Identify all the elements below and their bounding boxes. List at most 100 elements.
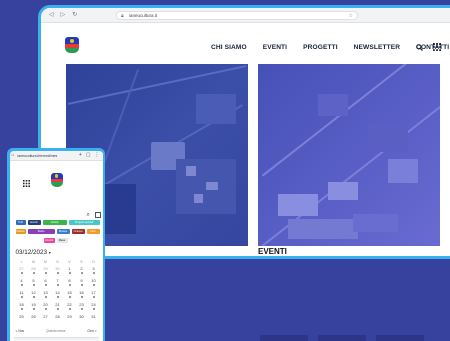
- calendar-day[interactable]: 4: [16, 278, 28, 290]
- calendar-day[interactable]: 31: [88, 314, 100, 326]
- tag-tutti[interactable]: Tutti: [15, 219, 26, 225]
- calendar-day[interactable]: 28: [52, 314, 64, 326]
- calendar-week: 18 19 20 21 22 23 24: [16, 302, 100, 314]
- event-dot: [80, 307, 83, 310]
- calendar-day[interactable]: 27: [40, 314, 52, 326]
- add-tab-icon[interactable]: +: [79, 152, 82, 158]
- view-mese[interactable]: Mese: [56, 237, 68, 243]
- tag-libri[interactable]: Libri: [86, 228, 100, 234]
- bookmark-icon[interactable]: ☆: [349, 12, 353, 20]
- main-nav: CHI SIAMO EVENTI PROGETTI NEWSLETTER CON…: [211, 44, 449, 51]
- section-title: EVENTI: [258, 247, 287, 256]
- calendar-weekdays: L M M G V S D: [16, 259, 100, 266]
- home-icon[interactable]: ⌂: [12, 152, 15, 158]
- calendar-day[interactable]: 29: [40, 266, 52, 278]
- calendar-day[interactable]: 22: [64, 302, 76, 314]
- nav-eventi[interactable]: EVENTI: [263, 44, 287, 51]
- tag-cinema[interactable]: Cinema: [71, 228, 85, 234]
- calendar-day[interactable]: 7: [52, 278, 64, 290]
- calendar-day[interactable]: 30: [52, 266, 64, 278]
- calendar-day[interactable]: 17: [88, 290, 100, 302]
- calendar-day[interactable]: 16: [76, 290, 88, 302]
- weekday: V: [68, 259, 71, 264]
- mobile-address-bar[interactable]: ianeucultura.it/eventi/mes: [18, 153, 72, 159]
- calendar-day[interactable]: 6: [40, 278, 52, 290]
- calendar-day[interactable]: 30: [76, 314, 88, 326]
- event-dot: [56, 295, 59, 298]
- current-date-text: 03/12/2023: [15, 248, 48, 256]
- next-month-link[interactable]: Gen >: [87, 329, 96, 333]
- calendar-day[interactable]: 19: [28, 302, 40, 314]
- calendar-day[interactable]: 24: [88, 302, 100, 314]
- browser-toolbar: ◁ ▷ ↻ 🔒︎ ianeucultura.it ☆: [41, 8, 450, 23]
- nav-progetti[interactable]: PROGETTI: [303, 44, 338, 51]
- nav-chi-siamo[interactable]: CHI SIAMO: [211, 44, 247, 51]
- nav-icons: [416, 43, 441, 51]
- tag-incontri[interactable]: Incontri: [43, 237, 55, 243]
- chevron-down-icon: ▾: [48, 249, 51, 255]
- calendar-day[interactable]: 23: [76, 302, 88, 314]
- calendar-month: L M M G V S D 27 28 29 30 1 2 3 4 5 6 7 …: [16, 259, 100, 326]
- calendar-day[interactable]: 20: [40, 302, 52, 314]
- calendar-day[interactable]: 5: [28, 278, 40, 290]
- calendar-day[interactable]: 9: [76, 278, 88, 290]
- calendar-day[interactable]: 21: [52, 302, 64, 314]
- calendar-day[interactable]: 25: [16, 314, 28, 326]
- event-dot: [56, 271, 59, 274]
- calendar-day[interactable]: 26: [28, 314, 40, 326]
- mobile-site-logo[interactable]: [50, 172, 63, 187]
- site-logo[interactable]: [65, 37, 79, 53]
- calendar-day[interactable]: 12: [28, 290, 40, 302]
- event-dot: [20, 271, 23, 274]
- reload-icon[interactable]: ↻: [72, 12, 77, 18]
- more-icon[interactable]: ⋮: [95, 152, 100, 158]
- filter-icon[interactable]: [94, 211, 101, 218]
- tabs-icon[interactable]: ▢: [86, 152, 91, 158]
- address-bar[interactable]: 🔒︎ ianeucultura.it ☆: [116, 11, 358, 20]
- event-dot: [80, 295, 83, 298]
- event-dot: [32, 283, 35, 286]
- calendar-day[interactable]: 27: [16, 266, 28, 278]
- search-icon[interactable]: [416, 43, 423, 51]
- calendar-day[interactable]: 10: [88, 278, 100, 290]
- tag-eventi[interactable]: Eventi: [27, 219, 41, 225]
- tag-attivita[interactable]: Attività: [42, 219, 67, 225]
- mobile-bottom-bar: [13, 336, 99, 341]
- current-date[interactable]: 03/12/2023 ▾: [16, 249, 51, 256]
- calendar-day[interactable]: 1: [64, 266, 76, 278]
- event-dot: [80, 271, 83, 274]
- tag-musica[interactable]: Musica: [56, 228, 70, 234]
- calendar-day[interactable]: 3: [88, 266, 100, 278]
- calendar-day[interactable]: 2: [76, 266, 88, 278]
- lock-icon: 🔒︎: [121, 13, 124, 19]
- aerial-photo-right[interactable]: [258, 64, 440, 246]
- event-dot: [32, 271, 35, 274]
- calendar-day[interactable]: 29: [64, 314, 76, 326]
- tag-progetti-speciali[interactable]: Progetti speciali: [68, 219, 100, 225]
- calendar-day[interactable]: 11: [16, 290, 28, 302]
- search-icon[interactable]: ⌕: [87, 212, 90, 219]
- event-dot: [56, 307, 59, 310]
- calendar-day[interactable]: 18: [16, 302, 28, 314]
- weekday: G: [56, 259, 59, 264]
- nav-newsletter[interactable]: NEWSLETTER: [354, 44, 400, 51]
- calendar-week: 27 28 29 30 1 2 3: [16, 266, 100, 278]
- event-dot: [68, 271, 71, 274]
- calendar-day[interactable]: 28: [28, 266, 40, 278]
- calendar-day[interactable]: 8: [64, 278, 76, 290]
- weekday: D: [92, 259, 95, 264]
- prev-month-link[interactable]: < Nov: [16, 329, 25, 333]
- calendar-day[interactable]: 14: [52, 290, 64, 302]
- event-dot: [92, 271, 95, 274]
- calendar-week: 11 12 13 14 15 16 17: [16, 290, 100, 302]
- tag-mostre[interactable]: Mostre: [15, 228, 26, 234]
- calendar-day[interactable]: 13: [40, 290, 52, 302]
- tag-teatro[interactable]: Teatro: [27, 228, 55, 234]
- calendar-day[interactable]: 15: [64, 290, 76, 302]
- forward-icon[interactable]: ▷: [61, 12, 66, 18]
- this-month-link[interactable]: Questo mese: [46, 329, 66, 333]
- mobile-toolbar-icons: + ▢ ⋮: [79, 152, 100, 158]
- grid-menu-icon[interactable]: [433, 43, 441, 51]
- back-icon[interactable]: ◁: [49, 12, 54, 18]
- menu-grid-icon[interactable]: [22, 179, 30, 187]
